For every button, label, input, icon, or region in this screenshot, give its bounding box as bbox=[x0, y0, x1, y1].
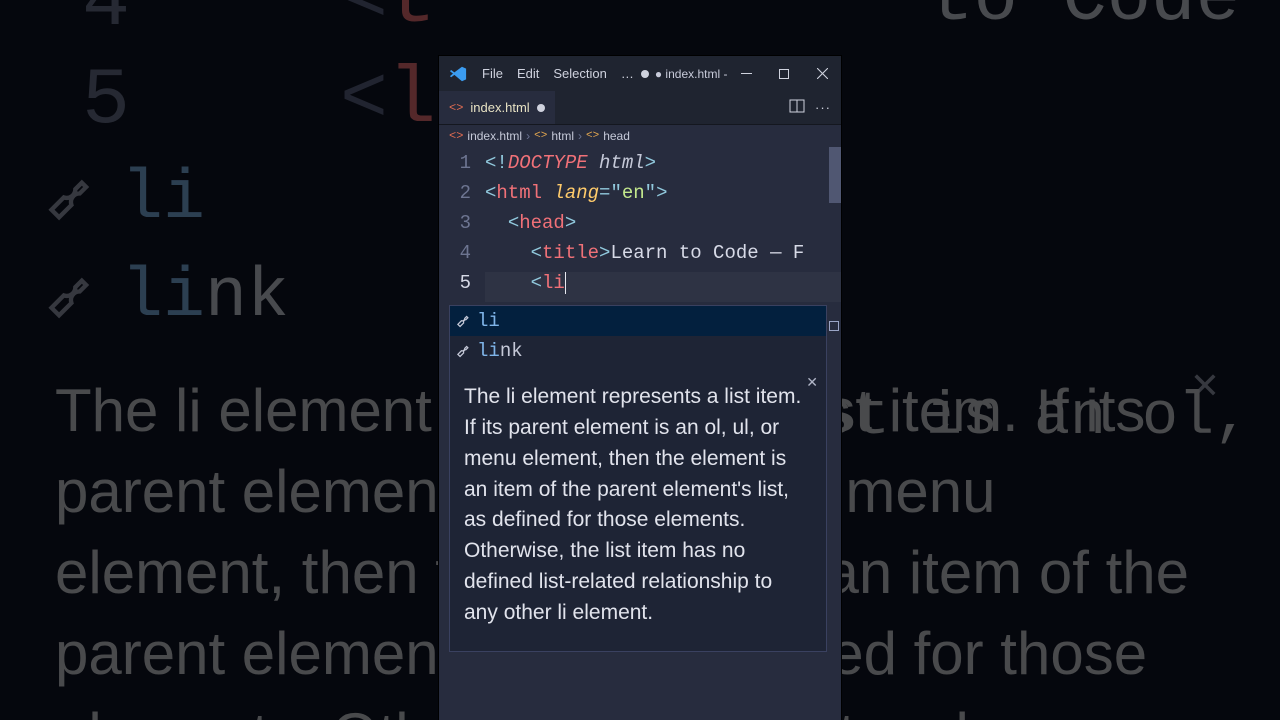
bg-suggest-li: li bbox=[45, 160, 205, 239]
suggestion-label: li bbox=[477, 310, 500, 332]
window-title: ● index.html - Ti… bbox=[641, 67, 727, 81]
doc-text: The li element represents a list item. I… bbox=[464, 385, 801, 624]
chevron-right-icon: › bbox=[578, 129, 582, 143]
line-number: 5 bbox=[439, 272, 477, 302]
close-icon bbox=[817, 68, 828, 79]
minimize-icon bbox=[741, 68, 752, 79]
html-file-icon: <> bbox=[449, 101, 463, 115]
line-number-gutter: 1 2 3 4 5 bbox=[439, 152, 477, 302]
minimize-button[interactable] bbox=[727, 56, 765, 91]
chevron-right-icon: › bbox=[526, 129, 530, 143]
bg-suggest-link: link bbox=[45, 258, 289, 337]
maximize-button[interactable] bbox=[765, 56, 803, 91]
wrench-icon bbox=[45, 174, 97, 226]
suggestion-label: li bbox=[477, 340, 500, 362]
tab-label: index.html bbox=[470, 100, 529, 115]
tab-more-button[interactable]: ··· bbox=[815, 100, 831, 115]
menu-file[interactable]: File bbox=[475, 56, 510, 91]
menu-edit[interactable]: Edit bbox=[510, 56, 546, 91]
code-line: <title>Learn to Code — F bbox=[485, 242, 841, 272]
breadcrumb-label: index.html bbox=[467, 129, 522, 143]
code-lines: <!DOCTYPE html> <html lang="en"> <head> … bbox=[485, 152, 841, 302]
breadcrumb-html[interactable]: <> html bbox=[534, 129, 574, 143]
tag-icon: <> bbox=[586, 130, 599, 142]
breadcrumb-label: html bbox=[551, 129, 574, 143]
tag-icon: <> bbox=[534, 130, 547, 142]
bg-tag-l: <l bbox=[340, 55, 436, 146]
suggestion-doc-panel: ✕ The li element represents a list item.… bbox=[449, 366, 827, 652]
breadcrumb-label: head bbox=[603, 129, 630, 143]
suggestion-item-li[interactable]: li bbox=[450, 306, 826, 336]
html-file-icon: <> bbox=[449, 129, 463, 143]
line-number: 1 bbox=[439, 152, 477, 182]
vscode-logo-icon bbox=[449, 65, 467, 83]
bg-tag-t: <t bbox=[340, 0, 436, 46]
suggestion-list: li link bbox=[449, 305, 827, 367]
title-bar: File Edit Selection … ● index.html - Ti… bbox=[439, 56, 841, 91]
tab-dirty-icon bbox=[537, 104, 545, 112]
editor-tab-bar: <> index.html ··· bbox=[439, 91, 841, 125]
wrench-icon bbox=[456, 344, 471, 359]
tab-index-html[interactable]: <> index.html bbox=[439, 91, 555, 124]
bg-gutter-4: 4 bbox=[82, 0, 130, 49]
close-window-button[interactable] bbox=[803, 56, 841, 91]
code-line: <head> bbox=[485, 212, 841, 242]
code-line: <li bbox=[485, 272, 841, 302]
doc-close-button[interactable]: ✕ bbox=[806, 372, 818, 393]
wrench-icon bbox=[45, 272, 97, 324]
code-line: <html lang="en"> bbox=[485, 182, 841, 212]
menu-selection[interactable]: Selection bbox=[546, 56, 613, 91]
scrollbar-thumb[interactable] bbox=[829, 147, 841, 203]
bg-gutter-5: 5 bbox=[82, 56, 130, 147]
breadcrumb: <> index.html › <> html › <> head bbox=[439, 125, 841, 147]
line-number: 4 bbox=[439, 242, 477, 272]
dirty-indicator-icon bbox=[641, 70, 649, 78]
bg-right-top: to Code bbox=[929, 0, 1240, 42]
split-editor-button[interactable] bbox=[789, 98, 805, 117]
suggestion-label-rest: nk bbox=[500, 340, 523, 362]
split-editor-icon bbox=[789, 98, 805, 114]
line-number: 3 bbox=[439, 212, 477, 242]
maximize-icon bbox=[779, 69, 789, 79]
suggestion-item-link[interactable]: link bbox=[450, 336, 826, 366]
breadcrumb-head[interactable]: <> head bbox=[586, 129, 630, 143]
wrench-icon bbox=[456, 314, 471, 329]
vertical-scrollbar[interactable] bbox=[829, 147, 841, 720]
code-editor[interactable]: 1 2 3 4 5 <!DOCTYPE html> <html lang="en… bbox=[439, 147, 841, 720]
text-cursor bbox=[565, 272, 566, 294]
line-number: 2 bbox=[439, 182, 477, 212]
menu-more[interactable]: … bbox=[614, 56, 641, 91]
code-line: <!DOCTYPE html> bbox=[485, 152, 841, 182]
vscode-window: File Edit Selection … ● index.html - Ti…… bbox=[439, 56, 841, 720]
breadcrumb-file[interactable]: <> index.html bbox=[449, 129, 522, 143]
